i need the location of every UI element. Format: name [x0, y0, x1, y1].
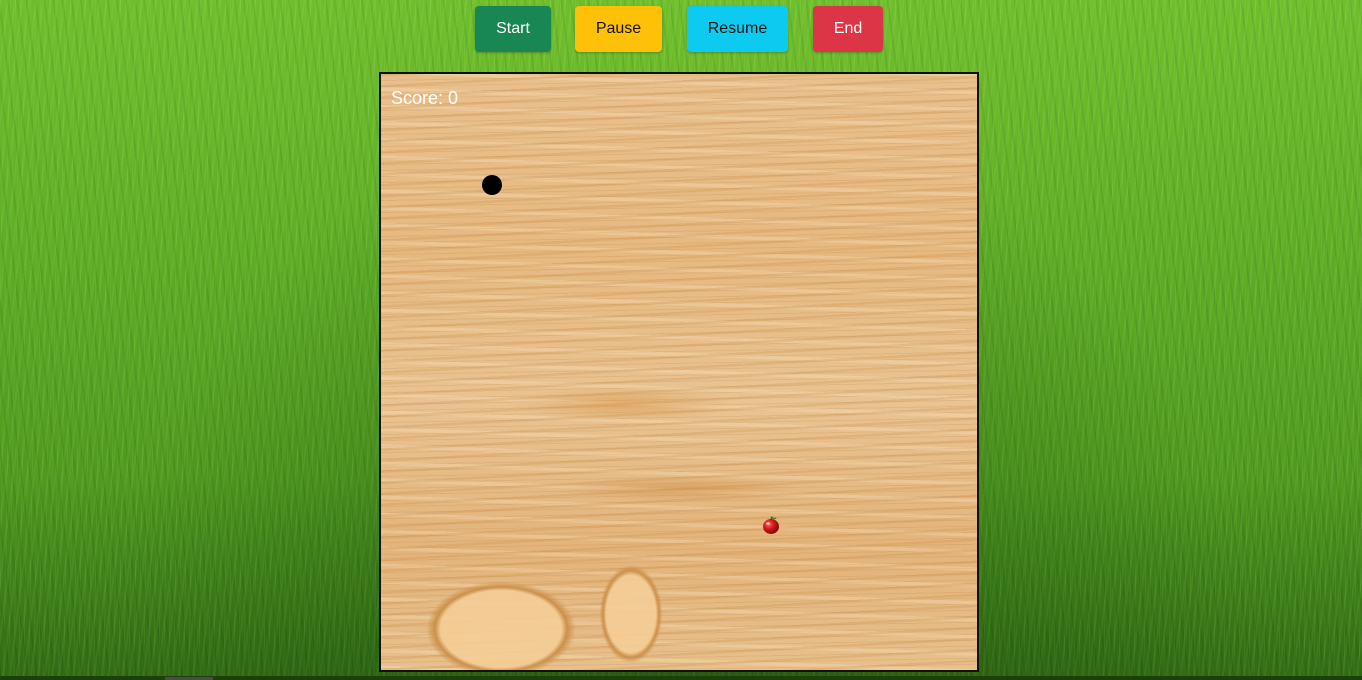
score-value: 0: [448, 88, 459, 108]
game-board[interactable]: Score: 0: [379, 72, 979, 672]
apple-icon: [763, 516, 779, 534]
game-controls: Start Pause Resume End: [0, 6, 1362, 52]
end-button[interactable]: End: [813, 6, 883, 52]
score-label: Score:: [391, 88, 444, 108]
snake-head: [482, 175, 502, 195]
pause-button[interactable]: Pause: [575, 6, 662, 52]
resume-button[interactable]: Resume: [687, 6, 788, 52]
score-display: Score: 0: [391, 88, 458, 109]
start-button[interactable]: Start: [475, 6, 551, 52]
